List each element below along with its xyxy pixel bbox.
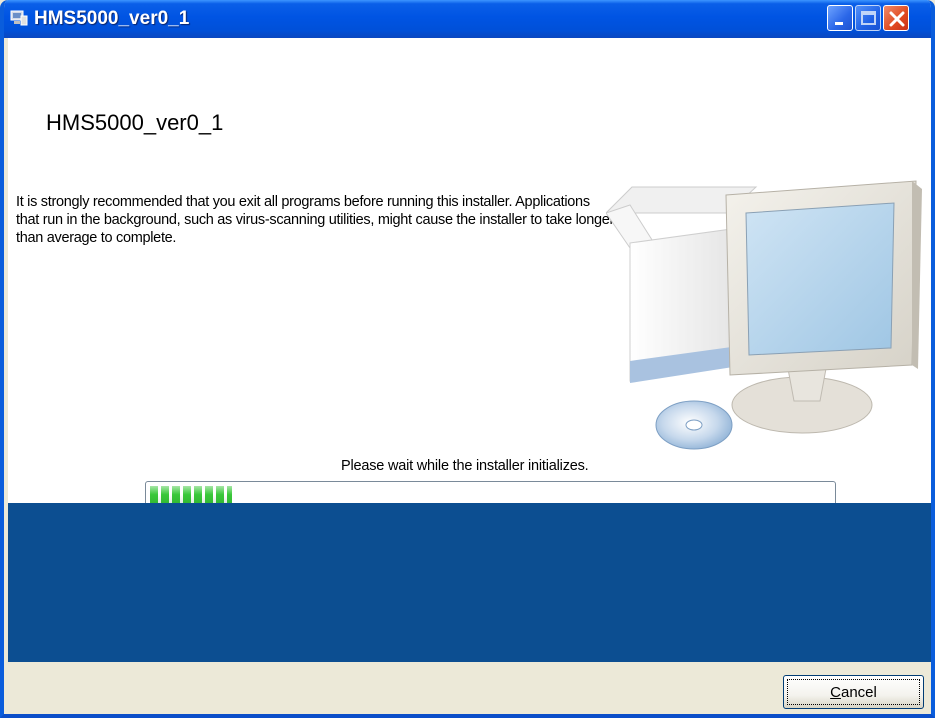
button-bar: Cancel xyxy=(8,662,931,714)
minimize-button[interactable] xyxy=(827,5,853,31)
close-button[interactable] xyxy=(883,5,909,31)
banner-band xyxy=(8,503,931,662)
close-icon xyxy=(889,11,905,27)
title-bar[interactable]: HMS5000_ver0_1 xyxy=(4,0,931,38)
warning-text: It is strongly recommended that you exit… xyxy=(16,194,615,246)
page-title: HMS5000_ver0_1 xyxy=(46,110,224,135)
maximize-icon xyxy=(861,11,876,25)
maximize-button[interactable] xyxy=(855,5,881,31)
computer-box-disc-icon xyxy=(606,180,922,450)
focus-rectangle xyxy=(787,679,920,705)
app-icon xyxy=(10,10,28,26)
installer-content: HMS5000_ver0_1 It is strongly recommende… xyxy=(8,38,931,510)
cancel-button[interactable]: Cancel xyxy=(783,675,924,709)
installer-window: HMS5000_ver0_1 HMS5000_ver0_1 It is stro… xyxy=(0,0,935,718)
minimize-icon xyxy=(835,22,843,25)
status-text: Please wait while the installer initiali… xyxy=(341,458,589,474)
window-title: HMS5000_ver0_1 xyxy=(34,8,190,29)
